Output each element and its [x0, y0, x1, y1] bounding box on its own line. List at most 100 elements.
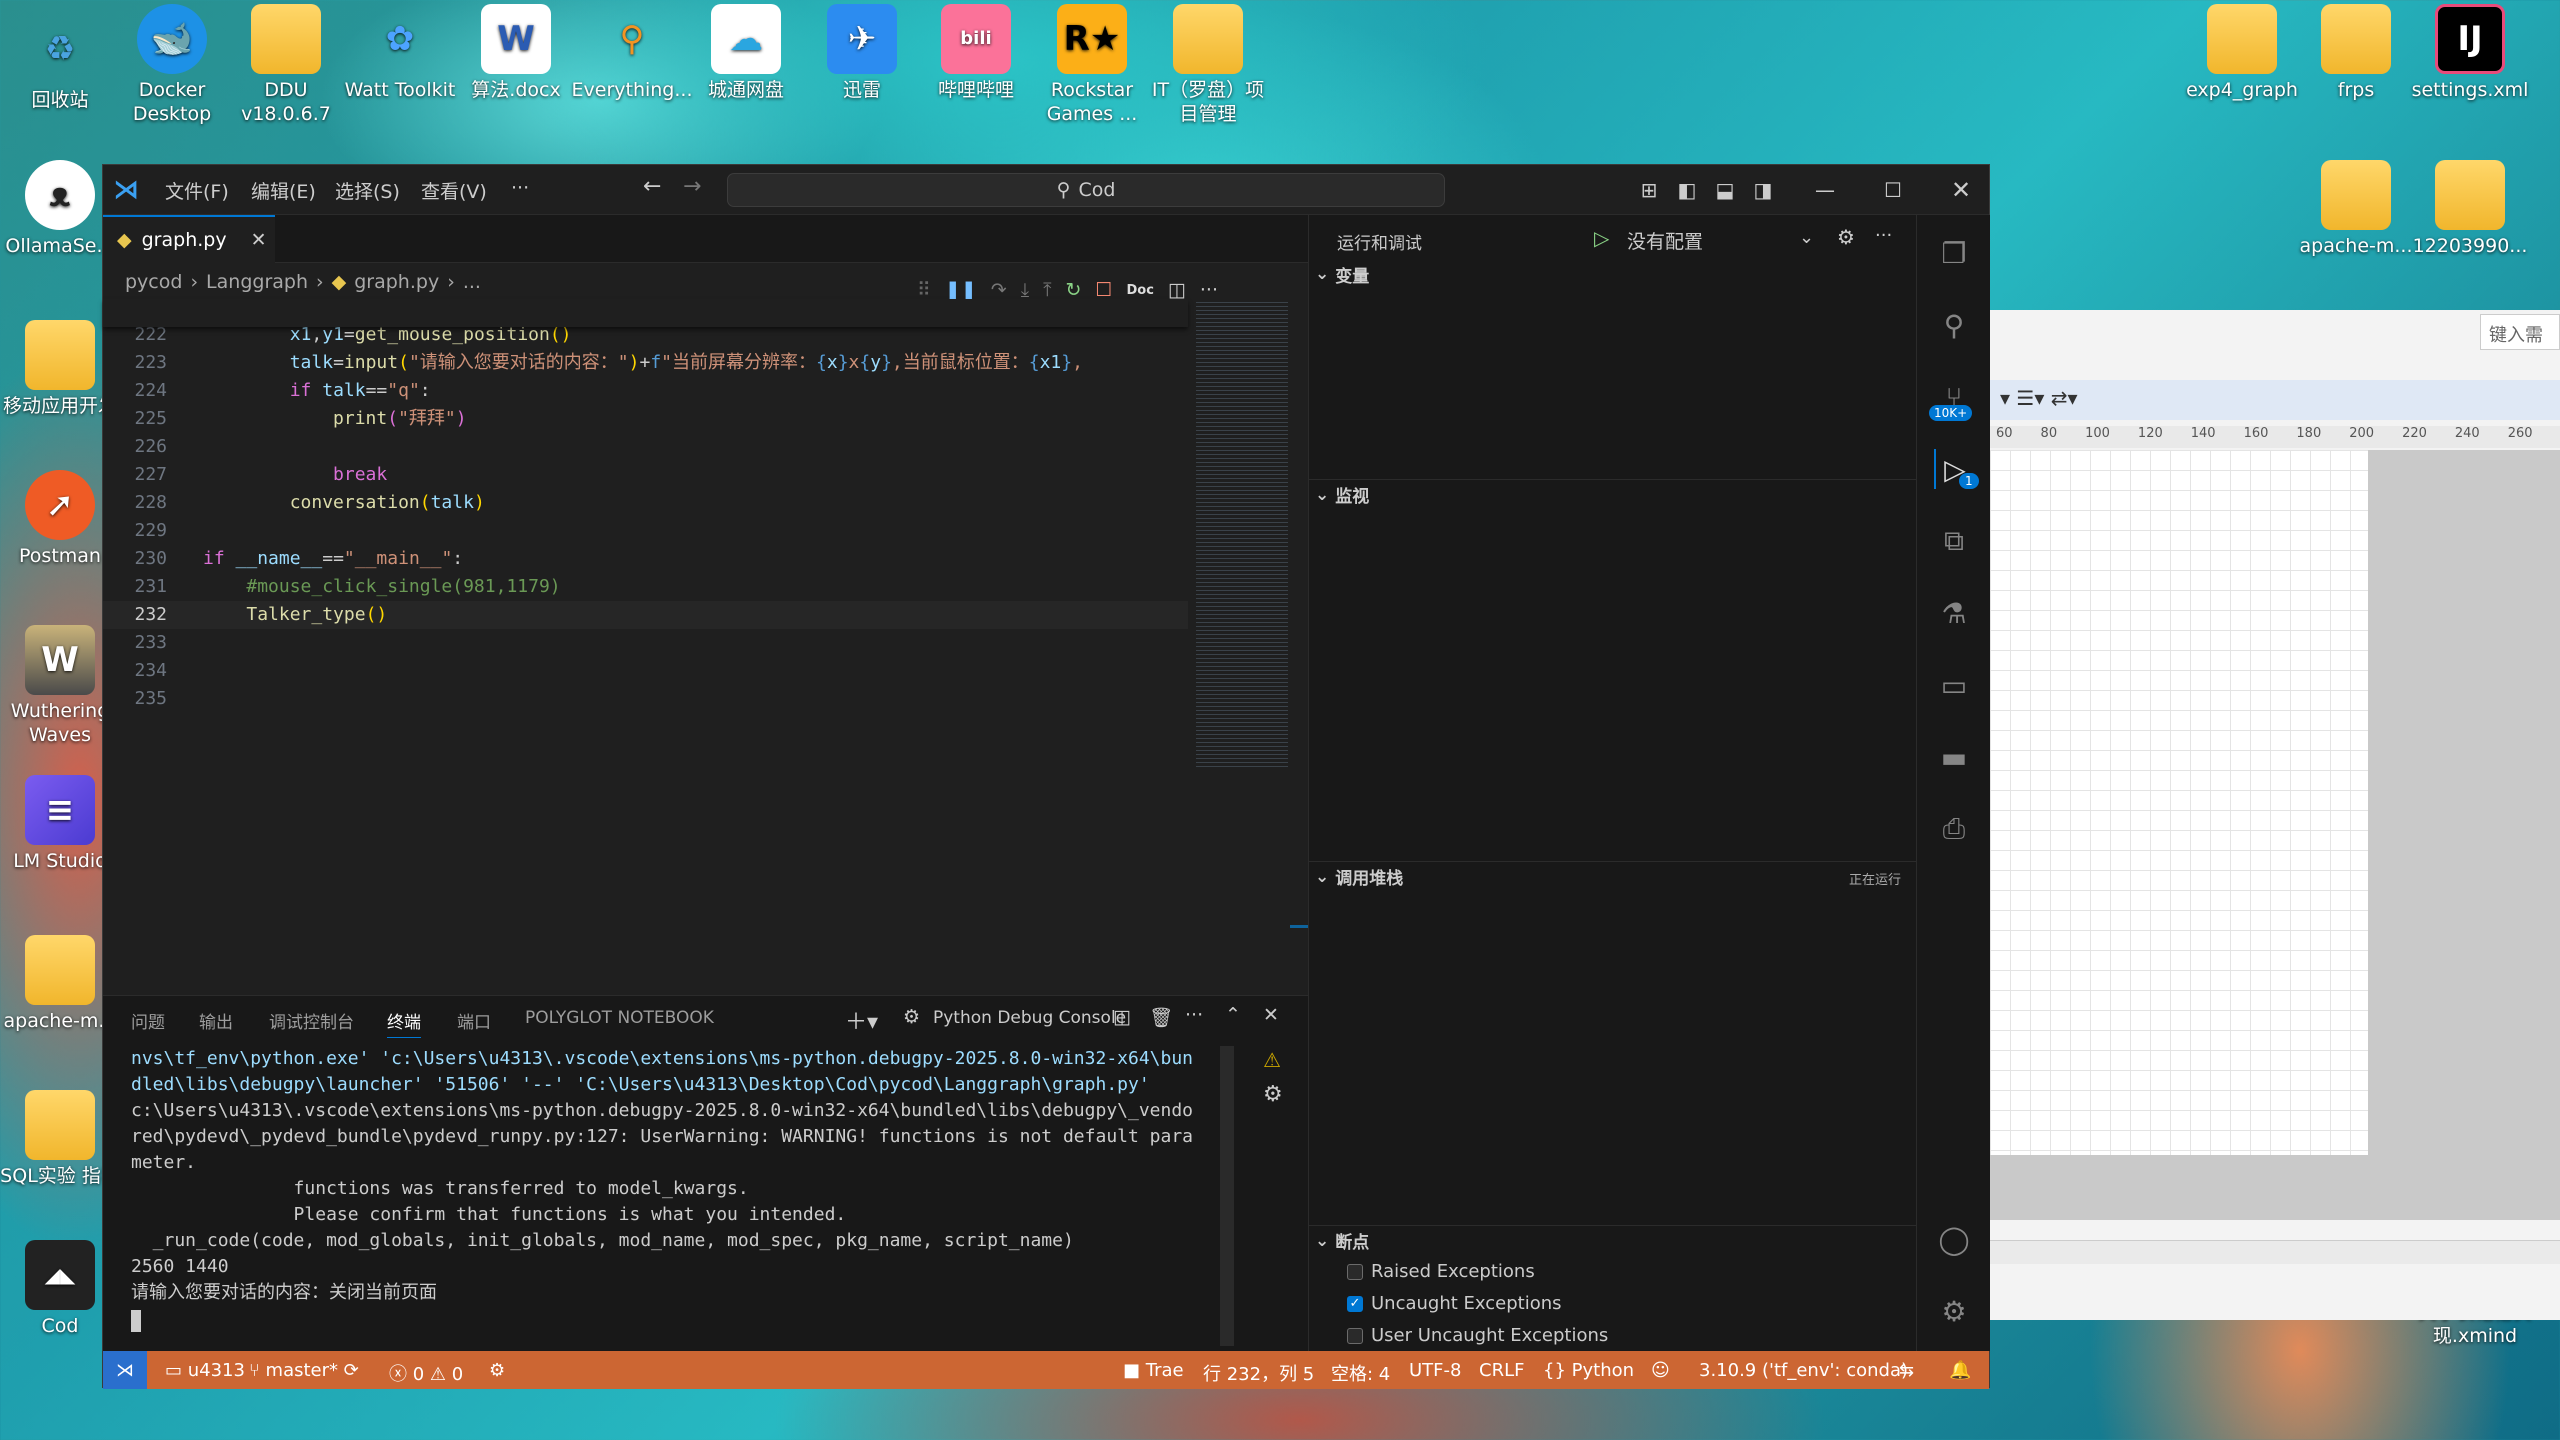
- desktop-icon-settings-xml[interactable]: IJ settings.xml: [2410, 4, 2530, 102]
- desktop-icon-rockstar[interactable]: R★ Rockstar Games ...: [1032, 4, 1152, 126]
- menu-more[interactable]: ···: [511, 177, 529, 199]
- tab-debug-console[interactable]: 调试控制台: [269, 1008, 354, 1033]
- step-out-icon[interactable]: ⤒: [1043, 279, 1051, 301]
- background-app-page[interactable]: [1990, 450, 2368, 1155]
- back-arrow-icon[interactable]: ←: [643, 174, 661, 199]
- layout-customize-icon[interactable]: ⊞: [1629, 173, 1669, 207]
- background-app-search[interactable]: 键入需: [2480, 314, 2560, 350]
- desktop-icon-exp4[interactable]: exp4_graph: [2182, 4, 2302, 102]
- section-variables[interactable]: ⌄ 变量: [1309, 259, 1916, 289]
- split-editor-icon[interactable]: ◫: [1168, 279, 1186, 301]
- play-icon[interactable]: ▷: [1594, 226, 1609, 250]
- code-line[interactable]: 230 if __name__=="__main__":: [103, 545, 1188, 573]
- command-center-search[interactable]: ⚲ Cod: [727, 173, 1445, 207]
- tab-problems[interactable]: 问题: [131, 1008, 165, 1033]
- more-actions-icon[interactable]: ···: [1875, 225, 1892, 246]
- status-debug-icon[interactable]: ⚙: [489, 1360, 505, 1381]
- status-user[interactable]: ▭ u4313: [165, 1360, 245, 1381]
- background-app-window[interactable]: 键入需 ▾ ☰▾ ⇄▾ 60 80 100 120 140 160 180 200 220 240…: [1990, 310, 2560, 1320]
- background-app-scrollbar[interactable]: [1990, 1240, 2560, 1264]
- tab-polyglot-notebook[interactable]: POLYGLOT NOTEBOOK: [525, 1008, 714, 1028]
- desktop-icon-watt[interactable]: ✿ Watt Toolkit: [340, 4, 460, 102]
- explorer-icon[interactable]: ❐: [1934, 233, 1974, 273]
- tab-close-icon[interactable]: ✕: [251, 229, 267, 251]
- desktop-icon-recycle-bin[interactable]: ♻ 回收站: [0, 14, 120, 112]
- menu-view[interactable]: 查看(V): [421, 177, 487, 204]
- toggle-panel-icon[interactable]: ⬓: [1705, 173, 1745, 207]
- section-watch[interactable]: ⌄ 监视: [1309, 479, 1916, 509]
- terminal-scrollbar[interactable]: [1220, 1046, 1234, 1346]
- testing-icon[interactable]: ⚗: [1934, 593, 1974, 633]
- drag-handle-icon[interactable]: ⠿: [917, 279, 931, 301]
- panel-icon[interactable]: ▬: [1934, 737, 1974, 777]
- breakpoint-raised-exceptions[interactable]: Raised Exceptions: [1347, 1261, 1535, 1282]
- status-indentation[interactable]: 空格: 4: [1331, 1360, 1390, 1386]
- warning-icon[interactable]: ⚠: [1263, 1048, 1281, 1072]
- code-line[interactable]: 225 print("拜拜"): [103, 405, 1188, 433]
- maximize-button[interactable]: ☐: [1873, 173, 1913, 207]
- more-actions-icon[interactable]: ···: [1185, 1004, 1203, 1026]
- desktop-icon-apache-right[interactable]: apache-m...: [2296, 160, 2416, 258]
- gear-icon[interactable]: ⚙: [1837, 225, 1855, 249]
- remote-indicator[interactable]: ⋊: [103, 1351, 147, 1389]
- code-line[interactable]: 224 if talk=="q":: [103, 377, 1188, 405]
- minimap[interactable]: [1196, 299, 1288, 769]
- status-trae[interactable]: ■ Trae: [1123, 1360, 1184, 1381]
- code-line[interactable]: 231 #mouse_click_single(981,1179): [103, 573, 1188, 601]
- minimize-button[interactable]: —: [1805, 173, 1845, 207]
- menu-selection[interactable]: 选择(S): [335, 177, 400, 204]
- accounts-icon[interactable]: ◯: [1934, 1219, 1974, 1259]
- trash-icon[interactable]: 🗑: [1149, 1006, 1173, 1029]
- breakpoint-uncaught-exceptions[interactable]: ✓ Uncaught Exceptions: [1347, 1293, 1562, 1314]
- desktop-icon-frps[interactable]: frps: [2296, 4, 2416, 102]
- breadcrumb-item[interactable]: ...: [463, 271, 481, 293]
- restart-icon[interactable]: ↻: [1066, 279, 1082, 301]
- desktop-icon-it[interactable]: IT（罗盘）项目管理: [1148, 4, 1268, 126]
- notifications-bell-icon[interactable]: 🔔: [1949, 1360, 1971, 1381]
- code-line-current[interactable]: 232 Talker_type(): [103, 601, 1188, 629]
- tab-graph-py[interactable]: ◆ graph.py ✕: [103, 215, 275, 263]
- more-actions-icon[interactable]: ···: [1200, 279, 1218, 301]
- code-line[interactable]: 228 conversation(talk): [103, 489, 1188, 517]
- code-line[interactable]: 234: [103, 657, 1188, 685]
- tab-output[interactable]: 输出: [199, 1008, 233, 1033]
- desktop-icon-bilibili[interactable]: bili 哔哩哔哩: [916, 4, 1036, 102]
- section-callstack[interactable]: ⌄ 调用堆栈: [1309, 861, 1916, 891]
- checkbox[interactable]: [1347, 1263, 1363, 1280]
- menu-edit[interactable]: 编辑(E): [251, 177, 316, 204]
- breadcrumb-item[interactable]: graph.py: [354, 271, 439, 293]
- status-branch[interactable]: ⑂ master* ⟳: [249, 1360, 359, 1381]
- manage-gear-icon[interactable]: ⚙: [1934, 1291, 1974, 1331]
- code-line[interactable]: 229: [103, 517, 1188, 545]
- section-breakpoints[interactable]: ⌄ 断点: [1309, 1225, 1916, 1255]
- code-line[interactable]: 227 break: [103, 461, 1188, 489]
- close-button[interactable]: ✕: [1941, 173, 1981, 207]
- split-terminal-icon[interactable]: ◫: [1113, 1006, 1131, 1028]
- step-into-icon[interactable]: ⤓: [1021, 279, 1029, 301]
- debug-console-icon[interactable]: ⚙: [1263, 1082, 1283, 1107]
- toggle-primary-sidebar-icon[interactable]: ◧: [1667, 173, 1707, 207]
- desktop-icon-1220[interactable]: 12203990...: [2410, 160, 2530, 258]
- status-problems[interactable]: ⓧ 0 ⚠ 0: [389, 1360, 463, 1386]
- desktop-icon-ctfile[interactable]: ☁ 城通网盘: [686, 4, 806, 102]
- status-interpreter[interactable]: 3.10.9 ('tf_env': conda): [1699, 1360, 1908, 1381]
- terminal-name[interactable]: Python Debug Console: [933, 1008, 1126, 1028]
- menu-file[interactable]: 文件(F): [165, 177, 229, 204]
- sticky-scroll-line[interactable]: 219def Talker_type():: [103, 299, 1188, 327]
- remote-explorer-icon[interactable]: ▭: [1934, 665, 1974, 705]
- step-over-icon[interactable]: ↷: [991, 279, 1007, 301]
- desktop-icon-docker[interactable]: 🐋 Docker Desktop: [112, 4, 232, 126]
- desktop-icon-thunder[interactable]: ✈ 迅雷: [802, 4, 922, 102]
- forward-arrow-icon[interactable]: →: [683, 174, 701, 199]
- tab-terminal[interactable]: 终端: [387, 1008, 421, 1038]
- extensions-icon[interactable]: ⧉: [1934, 521, 1974, 561]
- new-terminal-icon[interactable]: ＋▾: [845, 1004, 878, 1036]
- status-cursor-position[interactable]: 行 232，列 5: [1203, 1360, 1314, 1386]
- tab-ports[interactable]: 端口: [457, 1008, 491, 1033]
- status-eol[interactable]: CRLF: [1479, 1360, 1524, 1381]
- debug-doc-button[interactable]: Doc: [1126, 283, 1153, 298]
- code-line[interactable]: 233: [103, 629, 1188, 657]
- close-panel-icon[interactable]: ✕: [1263, 1004, 1279, 1026]
- stop-icon[interactable]: ☐: [1095, 279, 1112, 301]
- breadcrumb-item[interactable]: pycod: [125, 271, 182, 293]
